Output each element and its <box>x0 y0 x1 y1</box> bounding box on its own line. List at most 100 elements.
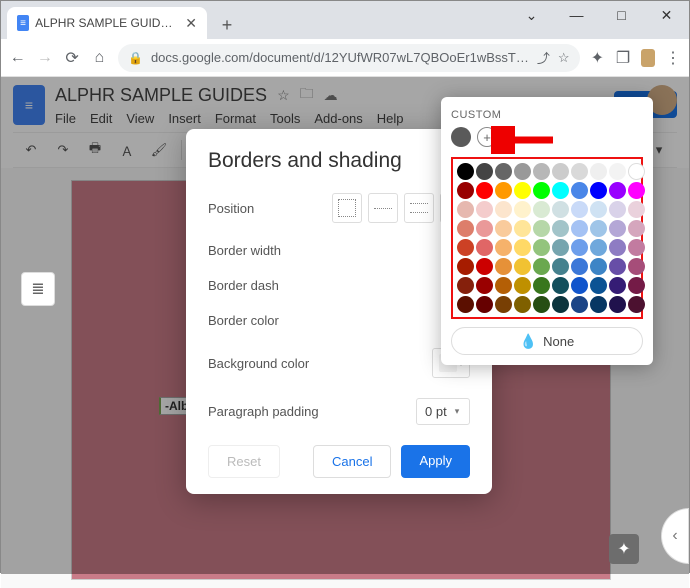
home-button[interactable]: ⌂ <box>91 49 108 67</box>
color-swatch[interactable] <box>495 182 512 199</box>
color-swatch[interactable] <box>514 163 531 180</box>
color-swatch[interactable] <box>495 239 512 256</box>
color-swatch[interactable] <box>476 239 493 256</box>
color-swatch[interactable] <box>457 239 474 256</box>
apply-button[interactable]: Apply <box>401 445 470 478</box>
color-swatch[interactable] <box>571 258 588 275</box>
chrome-menu-icon[interactable]: ⋮ <box>665 48 681 68</box>
extensions-icon[interactable]: ✦ <box>590 48 606 68</box>
color-swatch[interactable] <box>571 201 588 218</box>
color-swatch[interactable] <box>457 182 474 199</box>
window-dropdown[interactable]: ⌄ <box>509 1 554 29</box>
color-swatch[interactable] <box>495 163 512 180</box>
color-swatch[interactable] <box>533 239 550 256</box>
color-swatch[interactable] <box>476 163 493 180</box>
color-swatch[interactable] <box>628 258 645 275</box>
color-swatch[interactable] <box>533 296 550 313</box>
color-swatch[interactable] <box>609 258 626 275</box>
color-swatch[interactable] <box>476 258 493 275</box>
color-swatch[interactable] <box>514 182 531 199</box>
color-swatch[interactable] <box>590 182 607 199</box>
color-swatch[interactable] <box>628 296 645 313</box>
color-swatch[interactable] <box>628 182 645 199</box>
color-swatch[interactable] <box>628 277 645 294</box>
color-swatch[interactable] <box>533 163 550 180</box>
url-box[interactable]: 🔒 docs.google.com/document/d/12YUfWR07wL… <box>118 44 580 72</box>
color-swatch[interactable] <box>628 220 645 237</box>
color-swatch[interactable] <box>571 277 588 294</box>
explore-button[interactable]: ✦ <box>609 534 639 564</box>
color-swatch[interactable] <box>514 220 531 237</box>
color-swatch[interactable] <box>590 296 607 313</box>
color-swatch[interactable] <box>552 201 569 218</box>
color-swatch[interactable] <box>495 277 512 294</box>
color-swatch[interactable] <box>457 296 474 313</box>
color-swatch[interactable] <box>552 258 569 275</box>
color-swatch[interactable] <box>571 163 588 180</box>
color-swatch[interactable] <box>457 258 474 275</box>
color-swatch[interactable] <box>514 258 531 275</box>
color-swatch[interactable] <box>590 163 607 180</box>
color-swatch[interactable] <box>552 277 569 294</box>
reload-button[interactable]: ⟳ <box>64 48 81 68</box>
cancel-button[interactable]: Cancel <box>313 445 391 478</box>
color-swatch[interactable] <box>628 239 645 256</box>
color-swatch[interactable] <box>514 239 531 256</box>
color-swatch[interactable] <box>476 201 493 218</box>
color-swatch[interactable] <box>457 277 474 294</box>
color-swatch[interactable] <box>457 220 474 237</box>
reset-button[interactable]: Reset <box>208 445 280 478</box>
window-minimize[interactable]: — <box>554 1 599 29</box>
color-swatch[interactable] <box>609 239 626 256</box>
color-swatch[interactable] <box>609 277 626 294</box>
color-swatch[interactable] <box>533 277 550 294</box>
color-swatch[interactable] <box>552 220 569 237</box>
color-swatch[interactable] <box>590 239 607 256</box>
tab-close-icon[interactable]: ✕ <box>185 15 197 32</box>
color-swatch[interactable] <box>514 296 531 313</box>
paragraph-padding-select[interactable]: 0 pt ▾ <box>416 398 470 425</box>
color-swatch[interactable] <box>552 239 569 256</box>
color-swatch[interactable] <box>533 201 550 218</box>
position-between[interactable] <box>404 193 434 223</box>
profile-extension-icon[interactable] <box>641 49 655 67</box>
bookmark-star-icon[interactable]: ☆ <box>558 50 570 66</box>
color-swatch[interactable] <box>533 258 550 275</box>
color-swatch[interactable] <box>571 220 588 237</box>
color-swatch[interactable] <box>495 220 512 237</box>
color-swatch[interactable] <box>495 296 512 313</box>
color-swatch[interactable] <box>571 182 588 199</box>
color-swatch[interactable] <box>609 163 626 180</box>
color-swatch[interactable] <box>476 220 493 237</box>
browser-tab[interactable]: ≡ ALPHR SAMPLE GUIDES - Google ✕ <box>7 7 207 39</box>
new-tab-button[interactable]: + <box>213 11 241 39</box>
color-swatch[interactable] <box>628 163 645 180</box>
position-top[interactable] <box>368 193 398 223</box>
share-url-icon[interactable]: ⤴ <box>537 48 550 67</box>
color-swatch[interactable] <box>476 296 493 313</box>
no-color-button[interactable]: 💧 None <box>451 327 643 355</box>
position-all[interactable] <box>332 193 362 223</box>
custom-color-swatch[interactable] <box>451 127 471 147</box>
window-close[interactable]: ✕ <box>644 1 689 29</box>
color-swatch[interactable] <box>514 201 531 218</box>
sidepanel-icon[interactable]: ❐ <box>615 48 631 68</box>
color-swatch[interactable] <box>590 201 607 218</box>
color-swatch[interactable] <box>476 182 493 199</box>
color-swatch[interactable] <box>514 277 531 294</box>
color-swatch[interactable] <box>590 220 607 237</box>
color-swatch[interactable] <box>533 182 550 199</box>
color-swatch[interactable] <box>495 258 512 275</box>
color-swatch[interactable] <box>590 277 607 294</box>
color-swatch[interactable] <box>609 296 626 313</box>
color-swatch[interactable] <box>628 201 645 218</box>
color-swatch[interactable] <box>571 239 588 256</box>
color-swatch[interactable] <box>609 220 626 237</box>
color-swatch[interactable] <box>495 201 512 218</box>
color-swatch[interactable] <box>552 296 569 313</box>
window-maximize[interactable]: □ <box>599 1 644 29</box>
document-outline-button[interactable]: ≣ <box>21 272 55 306</box>
forward-button[interactable]: → <box>36 49 53 67</box>
color-swatch[interactable] <box>552 163 569 180</box>
color-swatch[interactable] <box>609 182 626 199</box>
